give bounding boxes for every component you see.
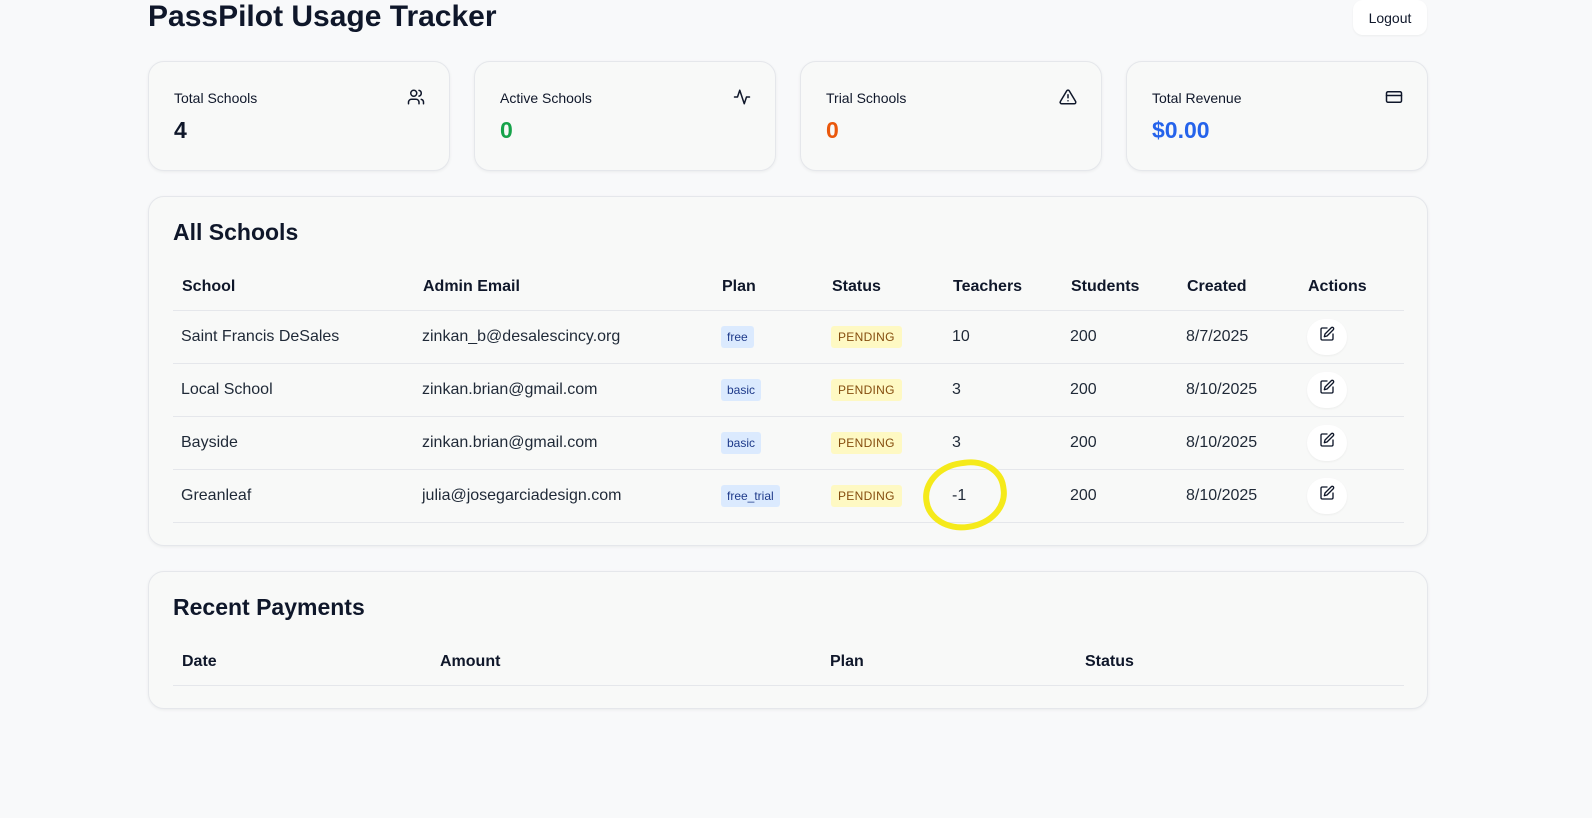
stat-value: 0: [500, 117, 513, 143]
table-row: Saint Francis DeSales zinkan_b@desalesci…: [173, 310, 1404, 364]
status-badge: PENDING: [831, 484, 902, 507]
table-header-row: School Admin Email Plan Status Teachers …: [173, 265, 1404, 311]
stat-card-trial-schools: Trial Schools 0: [800, 61, 1102, 171]
edit-button[interactable]: [1307, 477, 1347, 514]
school-name: Local School: [173, 363, 414, 417]
column-header: Actions: [1299, 265, 1404, 311]
alert-triangle-icon: [1059, 88, 1077, 106]
stat-value: 4: [174, 117, 187, 143]
students-count: 200: [1062, 310, 1178, 364]
stat-value: $0.00: [1152, 117, 1210, 143]
page-title: PassPilot Usage Tracker: [148, 0, 497, 33]
edit-icon: [1319, 485, 1335, 506]
column-header[interactable]: Students: [1062, 265, 1178, 311]
admin-email: julia@josegarciadesign.com: [414, 469, 713, 523]
credit-card-icon: [1385, 88, 1403, 106]
column-header[interactable]: Teachers: [944, 265, 1062, 311]
edit-icon: [1319, 432, 1335, 453]
section-title: All Schools: [173, 219, 299, 245]
created-date: 8/10/2025: [1178, 363, 1299, 417]
column-header[interactable]: Status: [823, 265, 944, 311]
table-row: Local School zinkan.brian@gmail.com basi…: [173, 363, 1404, 417]
recent-payments-panel: Recent Payments Date Amount Plan Status: [148, 571, 1428, 709]
stat-label: Total Schools: [174, 90, 258, 106]
admin-email: zinkan.brian@gmail.com: [414, 416, 713, 470]
school-name: Bayside: [173, 416, 414, 470]
edit-button[interactable]: [1307, 318, 1347, 355]
stat-card-active-schools: Active Schools 0: [474, 61, 776, 171]
edit-button[interactable]: [1307, 424, 1347, 461]
edit-button[interactable]: [1307, 371, 1347, 408]
teachers-count: 10: [944, 310, 1062, 364]
column-header[interactable]: School: [173, 265, 414, 311]
school-name: Saint Francis DeSales: [173, 310, 414, 364]
status-badge: PENDING: [831, 431, 902, 454]
column-header[interactable]: Date: [173, 640, 431, 686]
plan-badge: free_trial: [721, 484, 780, 507]
column-header[interactable]: Plan: [713, 265, 823, 311]
column-header[interactable]: Amount: [431, 640, 821, 686]
students-count: 200: [1062, 469, 1178, 523]
column-header[interactable]: Admin Email: [414, 265, 713, 311]
all-schools-panel: All Schools School Admin Email Plan Stat…: [148, 196, 1428, 546]
students-count: 200: [1062, 416, 1178, 470]
status-badge: PENDING: [831, 378, 902, 401]
status-badge: PENDING: [831, 325, 902, 348]
stat-card-total-schools: Total Schools 4: [148, 61, 450, 171]
activity-icon: [733, 88, 751, 106]
created-date: 8/10/2025: [1178, 469, 1299, 523]
stat-label: Total Revenue: [1152, 90, 1242, 106]
stat-label: Active Schools: [500, 90, 592, 106]
table-row: Greanleaf julia@josegarciadesign.com fre…: [173, 469, 1404, 523]
admin-email: zinkan_b@desalescincy.org: [414, 310, 713, 364]
plan-badge: free: [721, 325, 754, 348]
users-icon: [407, 88, 425, 106]
edit-icon: [1319, 379, 1335, 400]
teachers-count: 3: [944, 363, 1062, 417]
edit-icon: [1319, 326, 1335, 347]
stat-card-total-revenue: Total Revenue $0.00: [1126, 61, 1428, 171]
students-count: 200: [1062, 363, 1178, 417]
payments-table: Date Amount Plan Status: [173, 640, 1404, 686]
created-date: 8/10/2025: [1178, 416, 1299, 470]
school-name: Greanleaf: [173, 469, 414, 523]
teachers-count: -1: [944, 469, 1062, 523]
section-title: Recent Payments: [173, 594, 365, 620]
plan-badge: basic: [721, 431, 762, 454]
stat-value: 0: [826, 117, 839, 143]
stat-label: Trial Schools: [826, 90, 907, 106]
schools-table: School Admin Email Plan Status Teachers …: [173, 265, 1404, 523]
created-date: 8/7/2025: [1178, 310, 1299, 364]
admin-email: zinkan.brian@gmail.com: [414, 363, 713, 417]
plan-badge: basic: [721, 378, 762, 401]
column-header[interactable]: Plan: [821, 640, 1076, 686]
table-header-row: Date Amount Plan Status: [173, 640, 1404, 686]
logout-button[interactable]: Logout: [1353, 0, 1427, 35]
column-header[interactable]: Status: [1076, 640, 1404, 686]
teachers-count: 3: [944, 416, 1062, 470]
table-row: Bayside zinkan.brian@gmail.com basic PEN…: [173, 416, 1404, 470]
column-header[interactable]: Created: [1178, 265, 1299, 311]
